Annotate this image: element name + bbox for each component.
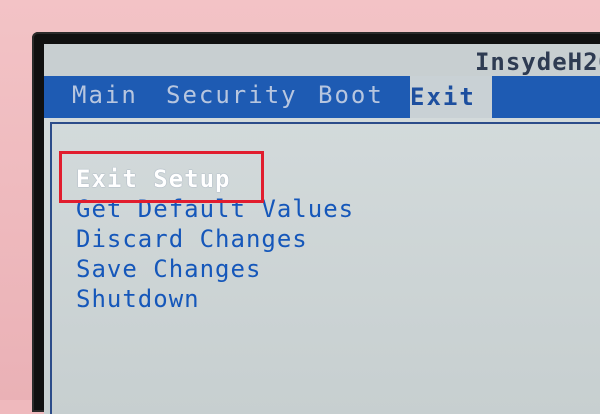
menu-item-get-default-values[interactable]: Get Default Values	[76, 194, 406, 224]
menu-item-discard-changes[interactable]: Discard Changes	[76, 224, 406, 254]
tab-boot[interactable]: Boot	[318, 81, 384, 109]
bios-screen: InsydeH2O Main Security Boot Exit Exit S…	[44, 44, 600, 414]
tab-main[interactable]: Main	[72, 81, 138, 109]
vendor-bar: InsydeH2O	[44, 44, 600, 76]
menu-item-shutdown[interactable]: Shutdown	[76, 284, 406, 314]
tab-exit[interactable]: Exit	[410, 76, 492, 118]
tab-security[interactable]: Security	[166, 81, 298, 109]
vendor-label: InsydeH2O	[474, 48, 600, 76]
bios-menu-bar: Main Security Boot Exit	[44, 76, 600, 118]
menu-item-exit-setup[interactable]: Exit Setup	[76, 164, 406, 194]
exit-menu-list: Exit Setup Get Default Values Discard Ch…	[76, 164, 406, 314]
menu-item-save-changes[interactable]: Save Changes	[76, 254, 406, 284]
